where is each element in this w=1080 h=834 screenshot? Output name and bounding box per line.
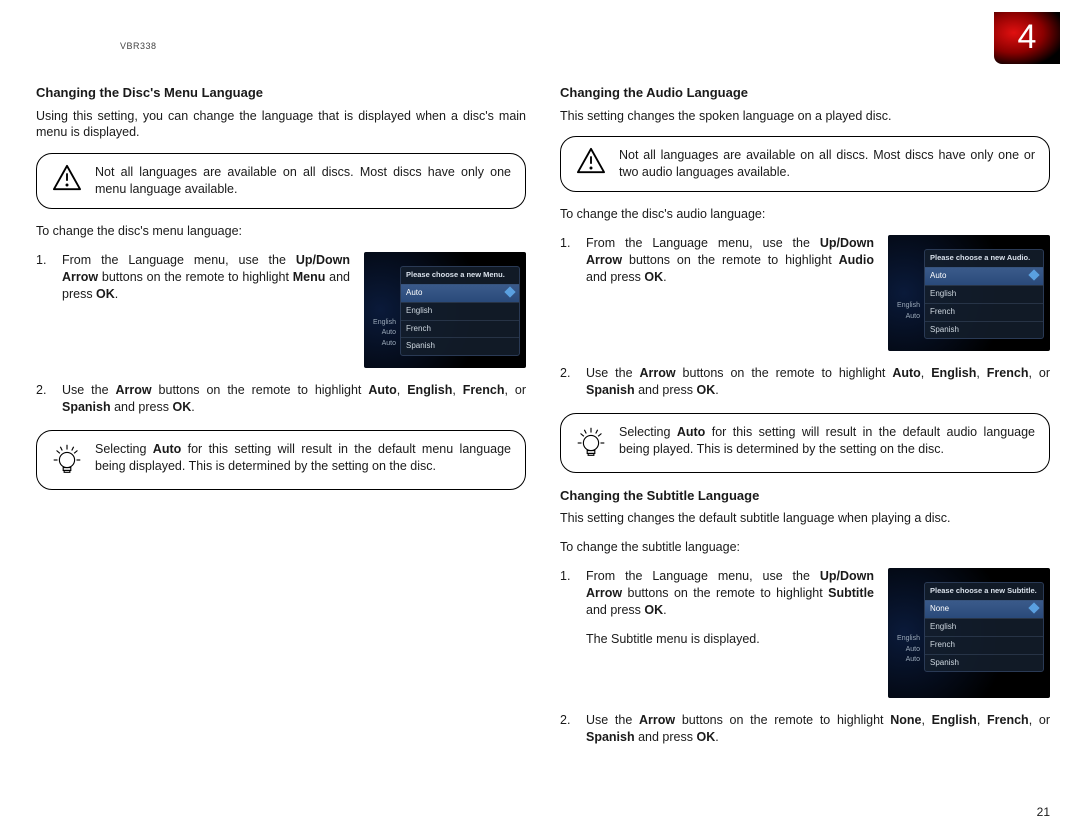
model-label: VBR338 [120, 40, 157, 52]
tip-text: Selecting Auto for this setting will res… [619, 424, 1035, 458]
bulb-icon [49, 441, 85, 479]
content-columns: Changing the Disc's Menu Language Using … [0, 0, 1080, 790]
intro-menu-lang: Using this setting, you can change the l… [36, 108, 526, 142]
tip-callout-menu: Selecting Auto for this setting will res… [36, 430, 526, 490]
left-column: Changing the Disc's Menu Language Using … [36, 84, 526, 760]
screenshot-subtitle: English Auto Auto Please choose a new Su… [888, 568, 1050, 698]
page-number: 21 [1037, 804, 1050, 820]
screenshot-side-labels: English Auto Auto [892, 634, 920, 666]
screenshot-menu-lang: English Auto Auto Please choose a new Me… [364, 252, 526, 368]
section-title-subtitle: Changing the Subtitle Language [560, 487, 1050, 505]
warning-icon [49, 164, 85, 192]
screenshot-audio: English Auto Please choose a new Audio. … [888, 235, 1050, 351]
to-change-audio: To change the disc's audio language: [560, 206, 1050, 223]
section-title-menu-lang: Changing the Disc's Menu Language [36, 84, 526, 102]
warning-text: Not all languages are available on all d… [95, 164, 511, 198]
to-change-subtitle: To change the subtitle language: [560, 539, 1050, 556]
step-text-extra: The Subtitle menu is displayed. [586, 631, 874, 648]
warning-icon [573, 147, 609, 175]
step-text: Use the Arrow buttons on the remote to h… [586, 712, 1050, 746]
chapter-tab: 4 [994, 12, 1060, 64]
step-text: From the Language menu, use the Up/Down … [586, 235, 874, 286]
tip-text: Selecting Auto for this setting will res… [95, 441, 511, 475]
intro-audio: This setting changes the spoken language… [560, 108, 1050, 125]
to-change-menu: To change the disc's menu language: [36, 223, 526, 240]
step-text: From the Language menu, use the Up/Down … [62, 252, 350, 303]
steps-audio: From the Language menu, use the Up/Down … [560, 235, 1050, 399]
screenshot-side-labels: English Auto [892, 301, 920, 322]
bulb-icon [573, 424, 609, 462]
step-text: Use the Arrow buttons on the remote to h… [62, 382, 526, 416]
steps-subtitle: From the Language menu, use the Up/Down … [560, 568, 1050, 746]
warning-text: Not all languages are available on all d… [619, 147, 1035, 181]
warning-callout-audio: Not all languages are available on all d… [560, 136, 1050, 192]
steps-menu-lang: From the Language menu, use the Up/Down … [36, 252, 526, 416]
right-column: Changing the Audio Language This setting… [560, 84, 1050, 760]
step-text: From the Language menu, use the Up/Down … [586, 568, 874, 619]
step-text: Use the Arrow buttons on the remote to h… [586, 365, 1050, 399]
chapter-number: 4 [1018, 15, 1037, 61]
screenshot-side-labels: English Auto Auto [368, 318, 396, 350]
warning-callout-menu: Not all languages are available on all d… [36, 153, 526, 209]
tip-callout-audio: Selecting Auto for this setting will res… [560, 413, 1050, 473]
section-title-audio: Changing the Audio Language [560, 84, 1050, 102]
intro-subtitle: This setting changes the default subtitl… [560, 510, 1050, 527]
